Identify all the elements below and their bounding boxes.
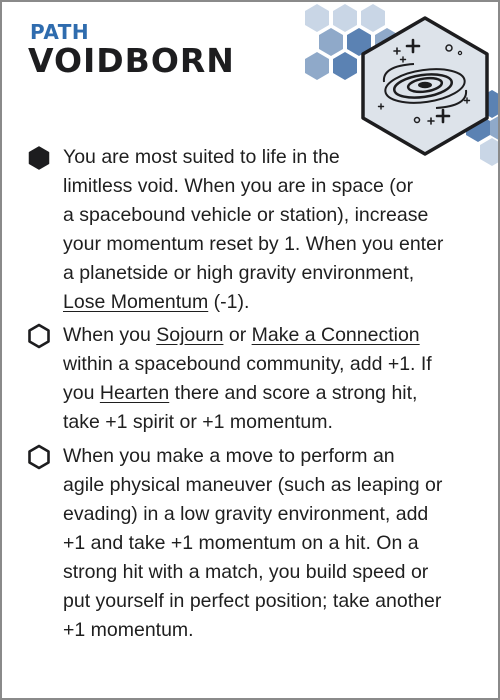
ability-text-3: When you make a move to perform an agile … — [63, 442, 483, 645]
ability-line: When you Sojourn or Make a Connection — [63, 321, 483, 350]
move-link-lose-momentum[interactable]: Lose Momentum — [63, 291, 208, 313]
ability-line: put yourself in perfect position; take a… — [63, 590, 442, 612]
hexagon-outline-icon[interactable] — [26, 323, 52, 349]
ability-line: take +1 spirit or +1 momentum. — [63, 411, 333, 433]
ability-line: your momentum reset by 1. When you enter — [63, 233, 444, 255]
ability-list: You are most suited to life in the limitl… — [2, 2, 498, 698]
ability-line: When you make a move to perform an — [63, 445, 395, 467]
filled-hexagon-icon[interactable] — [26, 145, 52, 171]
ability-text-segment: (-1). — [208, 291, 250, 313]
ability-text-segment: or — [223, 324, 252, 346]
ability-line: a planetside or high gravity environment… — [63, 262, 415, 284]
ability-line: You are most suited to life in the — [63, 146, 340, 168]
ability-line: Lose Momentum (-1). — [63, 288, 483, 317]
move-link-hearten[interactable]: Hearten — [100, 382, 169, 404]
ability-line: agile physical maneuver (such as leaping… — [63, 474, 443, 496]
asset-card: PATH VOIDBORN You are most suited to lif… — [0, 0, 500, 700]
ability-text-segment: you — [63, 382, 100, 404]
ability-text-2: When you Sojourn or Make a Connection wit… — [63, 321, 483, 437]
hexagon-outline-icon[interactable] — [26, 444, 52, 470]
ability-line: you Hearten there and score a strong hit… — [63, 379, 483, 408]
ability-text-segment: When you — [63, 324, 157, 346]
ability-line: a spacebound vehicle or station), increa… — [63, 204, 429, 226]
ability-text-1: You are most suited to life in the limitl… — [63, 143, 483, 317]
ability-line: strong hit with a match, you build speed… — [63, 561, 429, 583]
ability-line: +1 momentum. — [63, 619, 194, 641]
ability-line: limitless void. When you are in space (o… — [63, 175, 414, 197]
move-link-make-a-connection[interactable]: Make a Connection — [252, 324, 420, 346]
ability-line: within a spacebound community, add +1. I… — [63, 353, 432, 375]
move-link-sojourn[interactable]: Sojourn — [156, 324, 223, 346]
ability-line: +1 and take +1 momentum on a hit. On a — [63, 532, 419, 554]
ability-line: evading) in a low gravity environment, a… — [63, 503, 429, 525]
ability-text-segment: there and score a strong hit, — [169, 382, 418, 404]
